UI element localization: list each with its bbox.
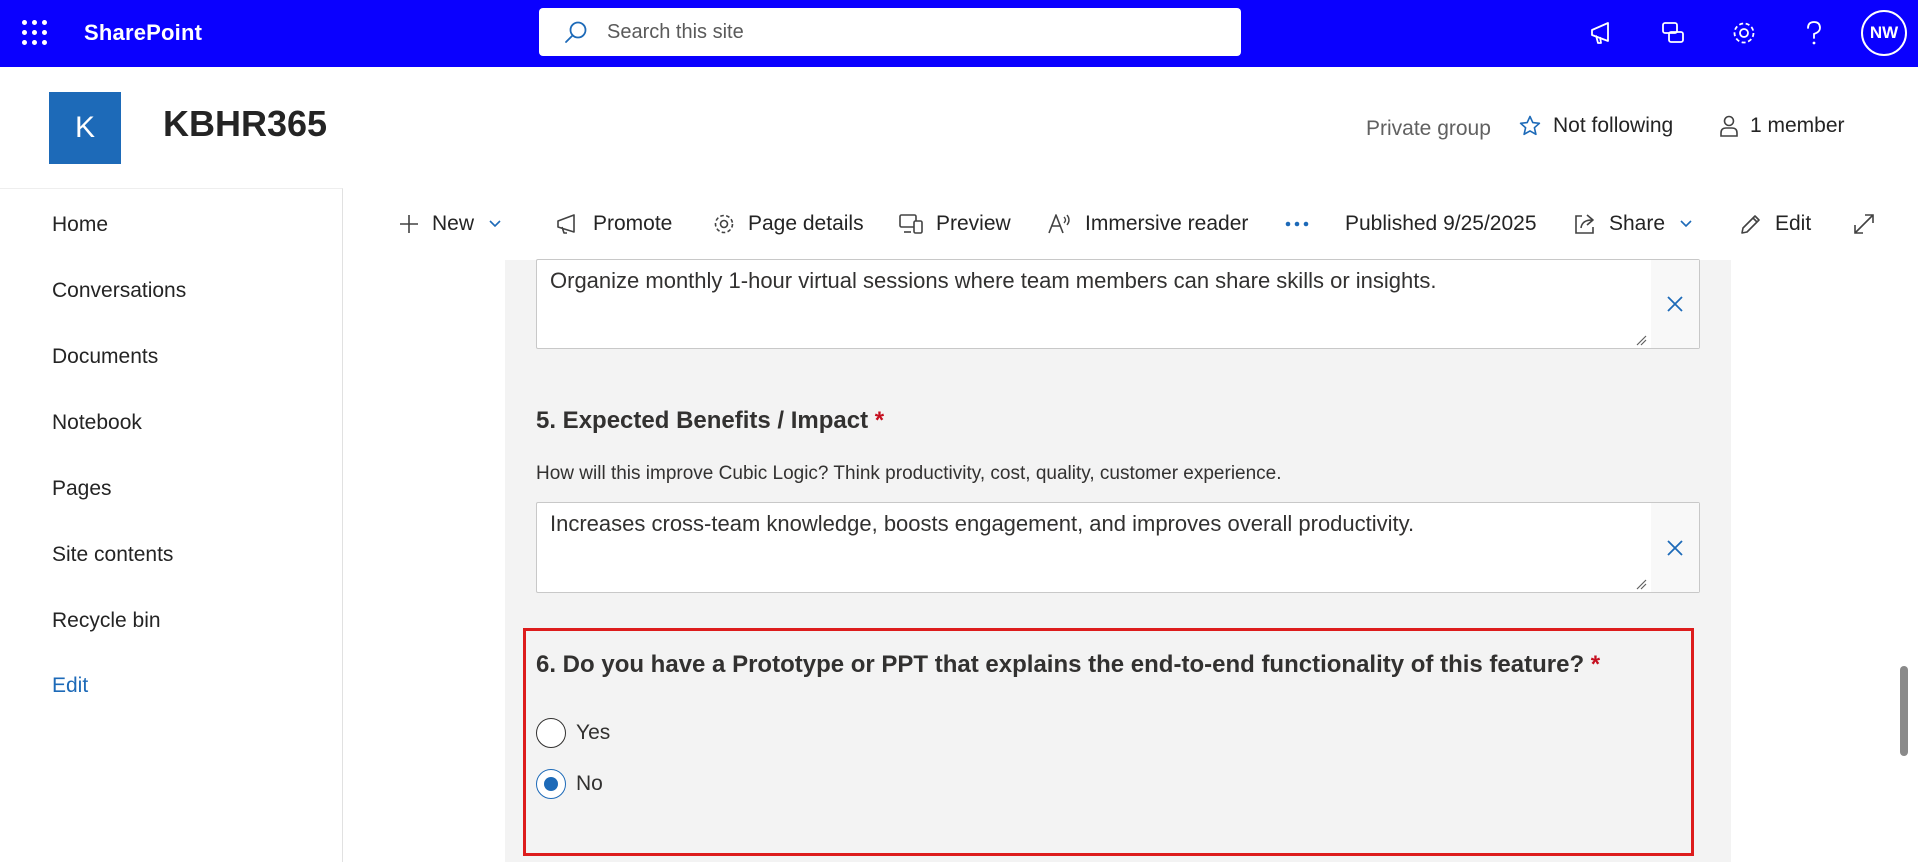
preview-icon [899, 214, 923, 234]
plus-icon [400, 215, 418, 233]
option-label: Yes [576, 721, 611, 744]
nav-item-conversations[interactable]: Conversations [52, 279, 186, 303]
chevron-down-icon [1680, 220, 1692, 228]
more-options-button[interactable] [1284, 208, 1322, 240]
avatar[interactable]: NW [1861, 10, 1907, 56]
suite-bar: SharePoint NW [0, 0, 1918, 67]
new-label: New [432, 212, 475, 235]
gear-icon [714, 214, 734, 234]
q5-answer-field[interactable]: Increases cross-team knowledge, boosts e… [536, 502, 1700, 593]
radio-button-selected[interactable] [536, 769, 566, 799]
members-button[interactable]: 1 member [1718, 114, 1845, 138]
left-navigation: Home Conversations Documents Notebook Pa… [0, 188, 343, 862]
site-title[interactable]: KBHR365 [163, 103, 327, 145]
q5-answer-text: Increases cross-team knowledge, boosts e… [550, 511, 1415, 536]
chevron-down-icon [489, 220, 501, 228]
app-launcher-icon[interactable] [22, 20, 48, 46]
search-box[interactable] [539, 8, 1241, 56]
pencil-icon [1741, 215, 1760, 234]
q4-answer-text: Organize monthly 1-hour virtual sessions… [550, 268, 1437, 293]
members-label: 1 member [1750, 114, 1845, 137]
nav-item-documents[interactable]: Documents [52, 345, 158, 369]
follow-label: Not following [1553, 114, 1674, 137]
megaphone-icon [557, 214, 575, 234]
share-icon [1575, 214, 1594, 234]
page-details-button[interactable]: Page details [712, 208, 864, 240]
nav-item-recycle-bin[interactable]: Recycle bin [52, 609, 161, 633]
radio-button[interactable] [536, 718, 566, 748]
star-icon [1519, 115, 1541, 136]
edit-label: Edit [1775, 212, 1812, 235]
immersive-reader-label: Immersive reader [1085, 212, 1249, 235]
nav-item-site-contents[interactable]: Site contents [52, 543, 173, 567]
radio-dot [544, 777, 558, 791]
follow-button[interactable]: Not following [1518, 114, 1673, 138]
q6-title: 6. Do you have a Prototype or PPT that e… [536, 651, 1600, 679]
q4-answer-field[interactable]: Organize monthly 1-hour virtual sessions… [536, 259, 1700, 349]
clear-icon[interactable] [1651, 503, 1699, 592]
person-icon [1720, 115, 1738, 137]
immersive-reader-button[interactable]: Immersive reader [1047, 208, 1248, 240]
edit-button[interactable]: Edit [1739, 208, 1811, 240]
gear-icon[interactable] [1727, 16, 1761, 50]
q6-title-text: 6. Do you have a Prototype or PPT that e… [536, 651, 1585, 678]
required-marker: * [1590, 651, 1601, 678]
expand-icon [1854, 214, 1874, 234]
scrollbar-thumb[interactable] [1900, 666, 1908, 756]
new-button[interactable]: New [398, 208, 502, 240]
promote-label: Promote [593, 212, 673, 235]
nav-item-pages[interactable]: Pages [52, 477, 112, 501]
q5-title-text: 5. Expected Benefits / Impact [536, 407, 869, 434]
nav-edit-link[interactable]: Edit [52, 674, 88, 698]
megaphone-icon[interactable] [1585, 16, 1619, 50]
q5-title: 5. Expected Benefits / Impact * [536, 407, 884, 435]
search-icon [565, 21, 587, 43]
site-logo[interactable]: K [49, 92, 121, 164]
promote-button[interactable]: Promote [555, 208, 672, 240]
resize-grip-icon[interactable] [1635, 334, 1647, 346]
immersive-reader-icon [1048, 214, 1070, 234]
group-type-label: Private group [1366, 117, 1491, 140]
nav-item-notebook[interactable]: Notebook [52, 411, 142, 435]
nav-item-home[interactable]: Home [52, 213, 108, 237]
q6-option-no[interactable]: No [536, 769, 603, 799]
chat-icon[interactable] [1656, 16, 1690, 50]
brand-name[interactable]: SharePoint [84, 20, 202, 46]
share-label: Share [1609, 212, 1666, 235]
published-status: Published 9/25/2025 [1345, 212, 1537, 235]
help-icon[interactable] [1797, 16, 1831, 50]
page-details-label: Page details [748, 212, 864, 235]
required-marker: * [874, 407, 885, 434]
more-icon [1285, 221, 1309, 227]
preview-button[interactable]: Preview [898, 208, 1011, 240]
preview-label: Preview [936, 212, 1011, 235]
clear-icon[interactable] [1651, 260, 1699, 348]
resize-grip-icon[interactable] [1635, 578, 1647, 590]
q6-option-yes[interactable]: Yes [536, 718, 610, 748]
expand-button[interactable] [1852, 208, 1888, 240]
option-label: No [576, 772, 603, 795]
q5-subtitle: How will this improve Cubic Logic? Think… [536, 463, 1282, 484]
search-input[interactable] [607, 20, 1207, 44]
share-button[interactable]: Share [1573, 208, 1693, 240]
